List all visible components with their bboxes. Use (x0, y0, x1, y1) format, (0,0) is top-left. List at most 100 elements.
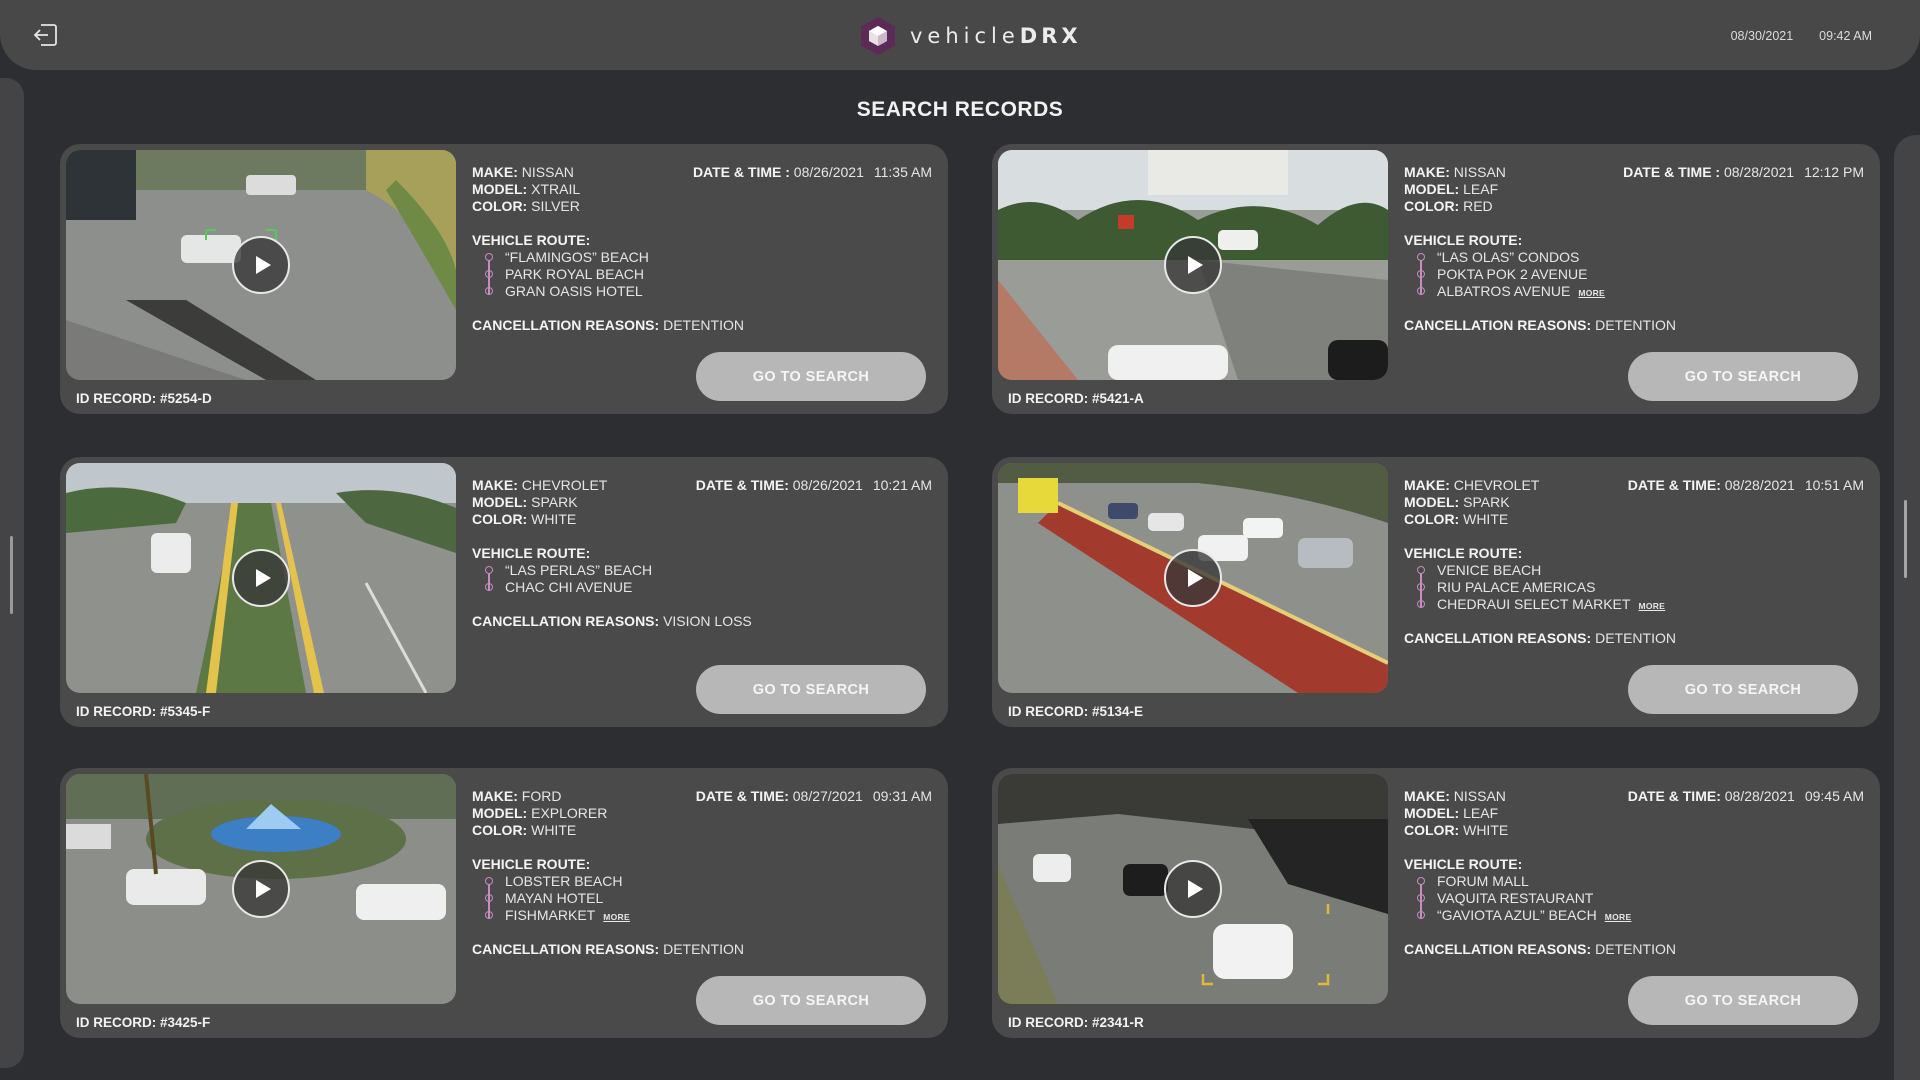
record-datetime: DATE & TIME: 08/28/2021 10:51 AM (1627, 477, 1864, 493)
record-info: MAKE: NISSAN MODEL: XTRAIL COLOR: SILVER… (472, 164, 932, 334)
go-to-search-button[interactable]: GO TO SEARCH (1628, 352, 1858, 401)
play-icon[interactable] (232, 549, 290, 607)
record-info: MAKE: NISSAN MODEL: LEAF COLOR: WHITE DA… (1404, 788, 1864, 958)
cancellation-row: CANCELLATION REASONS: DETENTION (1404, 317, 1676, 333)
cancellation-value: DETENTION (663, 941, 744, 957)
vehicle-route: VENICE BEACH RIU PALACE AMERICAS CHEDRAUI … (1404, 562, 1864, 613)
route-stop: PARK ROYAL BEACH (485, 266, 932, 283)
route-stop: CHAC CHI AVENUE (485, 579, 932, 596)
make-value: NISSAN (1453, 164, 1506, 180)
cancellation-row: CANCELLATION REASONS: VISION LOSS (472, 613, 752, 629)
current-datetime: 08/30/2021 09:42 AM (1731, 29, 1872, 43)
vehicle-route: “FLAMINGOS” BEACH PARK ROYAL BEACH GRAN OA… (472, 249, 932, 300)
camera-thumbnail[interactable] (998, 774, 1388, 1004)
route-stop: ALBATROS AVENUE MORE (1417, 283, 1864, 300)
record-datetime: DATE & TIME: 08/28/2021 09:45 AM (1627, 788, 1864, 804)
vehicle-route: “LAS OLAS” CONDOS POKTA POK 2 AVENUE ALBAT… (1404, 249, 1864, 300)
route-stop: GRAN OASIS HOTEL (485, 283, 932, 300)
route-stop: VAQUITA RESTAURANT (1417, 890, 1864, 907)
id-record: ID RECORD: #5254-D (76, 391, 212, 406)
record-card: ID RECORD: #5421-A MAKE: NISSAN MODEL: L… (992, 144, 1880, 414)
record-card: ID RECORD: #5345-F MAKE: CHEVROLET MODEL… (60, 457, 948, 727)
left-drawer-handle[interactable] (0, 78, 24, 1068)
record-card: ID RECORD: #3425-F MAKE: FORD MODEL: EXP… (60, 768, 948, 1038)
make-value: FORD (521, 788, 562, 804)
color-value: SILVER (531, 198, 580, 214)
color-value: WHITE (531, 822, 577, 838)
color-value: WHITE (1463, 822, 1509, 838)
cancellation-value: DETENTION (1595, 317, 1676, 333)
vehicle-route: LOBSTER BEACH MAYAN HOTEL FISHMARKET MORE (472, 873, 932, 924)
camera-thumbnail[interactable] (66, 774, 456, 1004)
logout-arrow-icon[interactable] (30, 20, 60, 50)
more-link[interactable]: MORE (1578, 288, 1605, 298)
scrollbar-thumb[interactable] (1904, 500, 1907, 578)
route-stop: “LAS PERLAS” BEACH (485, 562, 932, 579)
record-datetime: DATE & TIME : 08/26/2021 11:35 AM (692, 164, 932, 180)
route-title: VEHICLE ROUTE: (472, 856, 591, 872)
drawer-grip[interactable] (10, 536, 13, 614)
more-link[interactable]: MORE (1605, 912, 1632, 922)
route-title: VEHICLE ROUTE: (472, 545, 591, 561)
model-row: MODEL: EXPLORER (472, 805, 608, 821)
camera-thumbnail[interactable] (66, 463, 456, 693)
go-to-search-button[interactable]: GO TO SEARCH (1628, 976, 1858, 1025)
camera-thumbnail[interactable] (66, 150, 456, 380)
route-title: VEHICLE ROUTE: (1404, 856, 1523, 872)
play-icon[interactable] (1164, 236, 1222, 294)
cancellation-row: CANCELLATION REASONS: DETENTION (1404, 941, 1676, 957)
vehicle-route: FORUM MALL VAQUITA RESTAURANT “GAVIOTA AZU… (1404, 873, 1864, 924)
model-value: SPARK (1463, 494, 1510, 510)
color-row: COLOR: WHITE (472, 511, 577, 527)
go-to-search-button[interactable]: GO TO SEARCH (696, 352, 926, 401)
play-icon[interactable] (232, 236, 290, 294)
route-title: VEHICLE ROUTE: (1404, 232, 1523, 248)
record-card: ID RECORD: #2341-R MAKE: NISSAN MODEL: L… (992, 768, 1880, 1038)
id-record: ID RECORD: #5345-F (76, 704, 211, 719)
cancellation-value: DETENTION (1595, 941, 1676, 957)
go-to-search-button[interactable]: GO TO SEARCH (696, 665, 926, 714)
camera-thumbnail[interactable] (998, 463, 1388, 693)
go-to-search-button[interactable]: GO TO SEARCH (696, 976, 926, 1025)
route-stop: MAYAN HOTEL (485, 890, 932, 907)
make-value: CHEVROLET (1453, 477, 1540, 493)
route-stop: “GAVIOTA AZUL” BEACH MORE (1417, 907, 1864, 924)
id-record: ID RECORD: #2341-R (1008, 1015, 1144, 1030)
record-datetime: DATE & TIME : 08/28/2021 12:12 PM (1623, 164, 1864, 180)
model-value: EXPLORER (531, 805, 608, 821)
camera-thumbnail[interactable] (998, 150, 1388, 380)
route-stop: FISHMARKET MORE (485, 907, 932, 924)
route-stop: CHEDRAUI SELECT MARKET MORE (1417, 596, 1864, 613)
model-value: XTRAIL (531, 181, 581, 197)
color-value: WHITE (531, 511, 577, 527)
play-icon[interactable] (1164, 860, 1222, 918)
route-title: VEHICLE ROUTE: (472, 232, 591, 248)
record-datetime: DATE & TIME: 08/26/2021 10:21 AM (695, 477, 932, 493)
play-icon[interactable] (1164, 549, 1222, 607)
color-row: COLOR: SILVER (472, 198, 580, 214)
cancellation-row: CANCELLATION REASONS: DETENTION (472, 317, 744, 333)
route-stop: LOBSTER BEACH (485, 873, 932, 890)
hexagon-logo-icon (861, 17, 895, 55)
more-link[interactable]: MORE (603, 912, 630, 922)
route-stop: FORUM MALL (1417, 873, 1864, 890)
model-row: MODEL: SPARK (472, 494, 578, 510)
model-value: SPARK (531, 494, 578, 510)
brand-name: vehicleDRX (910, 24, 1082, 48)
model-value: LEAF (1463, 181, 1499, 197)
route-stop: VENICE BEACH (1417, 562, 1864, 579)
vehicle-route: “LAS PERLAS” BEACH CHAC CHI AVENUE (472, 562, 932, 596)
color-value: WHITE (1463, 511, 1509, 527)
model-row: MODEL: LEAF (1404, 805, 1499, 821)
cancellation-row: CANCELLATION REASONS: DETENTION (1404, 630, 1676, 646)
record-info: MAKE: CHEVROLET MODEL: SPARK COLOR: WHIT… (472, 477, 932, 630)
color-row: COLOR: WHITE (472, 822, 577, 838)
record-card: ID RECORD: #5134-E MAKE: CHEVROLET MODEL… (992, 457, 1880, 727)
more-link[interactable]: MORE (1638, 601, 1665, 611)
play-icon[interactable] (232, 860, 290, 918)
cancellation-value: VISION LOSS (663, 613, 752, 629)
top-bar: vehicleDRX 08/30/2021 09:42 AM (0, 0, 1920, 70)
model-value: LEAF (1463, 805, 1499, 821)
go-to-search-button[interactable]: GO TO SEARCH (1628, 665, 1858, 714)
record-card: ID RECORD: #5254-D MAKE: NISSAN MODEL: X… (60, 144, 948, 414)
